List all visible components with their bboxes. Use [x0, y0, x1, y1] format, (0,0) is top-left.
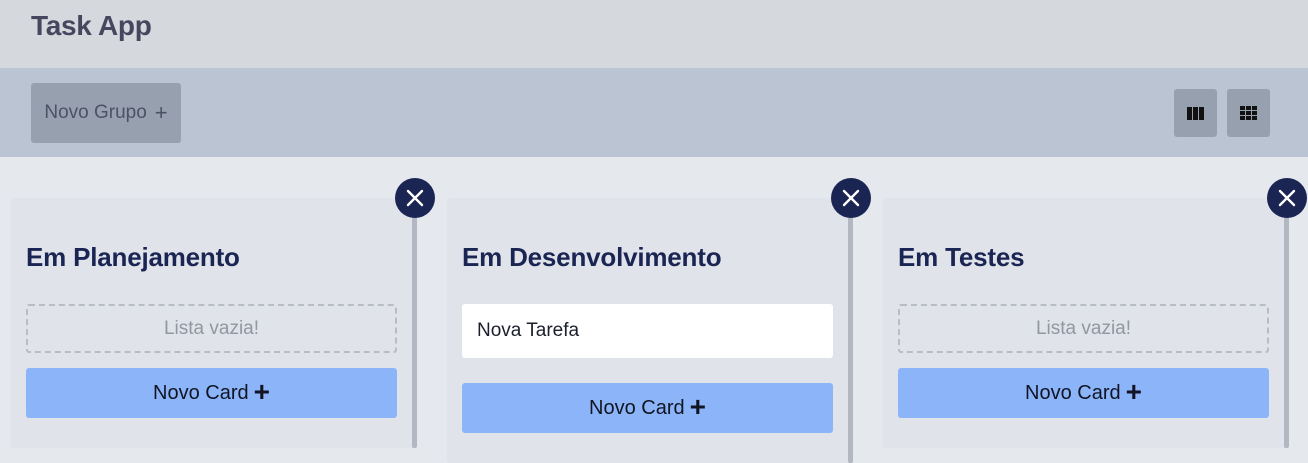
columns-view-button[interactable]	[1174, 89, 1217, 137]
task-card-text: Nova Tarefa	[477, 320, 580, 341]
columns-view-icon	[1187, 106, 1204, 120]
close-icon	[842, 189, 860, 207]
empty-list-placeholder: Lista vazia!	[898, 304, 1269, 353]
delete-group-button[interactable]	[1267, 178, 1307, 218]
column-scrollbar[interactable]	[848, 198, 853, 463]
plus-icon: +	[253, 376, 270, 407]
column-title: Em Desenvolvimento	[462, 242, 722, 272]
new-group-label: Novo Grupo	[44, 102, 147, 123]
group-column-planejamento: Em Planejamento Lista vazia! Novo Card +	[11, 198, 417, 448]
new-card-label: Novo Card	[589, 396, 685, 419]
app-title: Task App	[31, 10, 152, 41]
close-icon	[406, 189, 424, 207]
grid-view-icon	[1240, 106, 1257, 120]
group-column-desenvolvimento: Em Desenvolvimento Nova Tarefa Novo Card…	[447, 198, 853, 463]
delete-group-button[interactable]	[395, 178, 435, 218]
plus-icon: +	[689, 391, 706, 422]
plus-icon: +	[1125, 376, 1142, 407]
close-icon	[1278, 189, 1296, 207]
new-card-button[interactable]: Novo Card +	[898, 368, 1269, 418]
column-scrollbar[interactable]	[412, 198, 417, 448]
column-scrollbar[interactable]	[1284, 198, 1289, 448]
task-card[interactable]: Nova Tarefa	[462, 304, 833, 358]
new-card-button[interactable]: Novo Card +	[462, 383, 833, 433]
column-title: Em Planejamento	[26, 242, 240, 272]
new-group-button[interactable]: Novo Grupo +	[31, 83, 181, 143]
grid-view-button[interactable]	[1227, 89, 1270, 137]
new-card-button[interactable]: Novo Card +	[26, 368, 397, 418]
empty-list-placeholder: Lista vazia!	[26, 304, 397, 353]
new-card-label: Novo Card	[1025, 381, 1121, 404]
new-card-label: Novo Card	[153, 381, 249, 404]
column-title: Em Testes	[898, 242, 1025, 272]
plus-icon: +	[154, 100, 168, 125]
toolbar: Novo Grupo +	[0, 68, 1308, 157]
group-column-testes: Em Testes Lista vazia! Novo Card +	[883, 198, 1289, 448]
delete-group-button[interactable]	[831, 178, 871, 218]
app-header: Task App	[0, 0, 1308, 68]
